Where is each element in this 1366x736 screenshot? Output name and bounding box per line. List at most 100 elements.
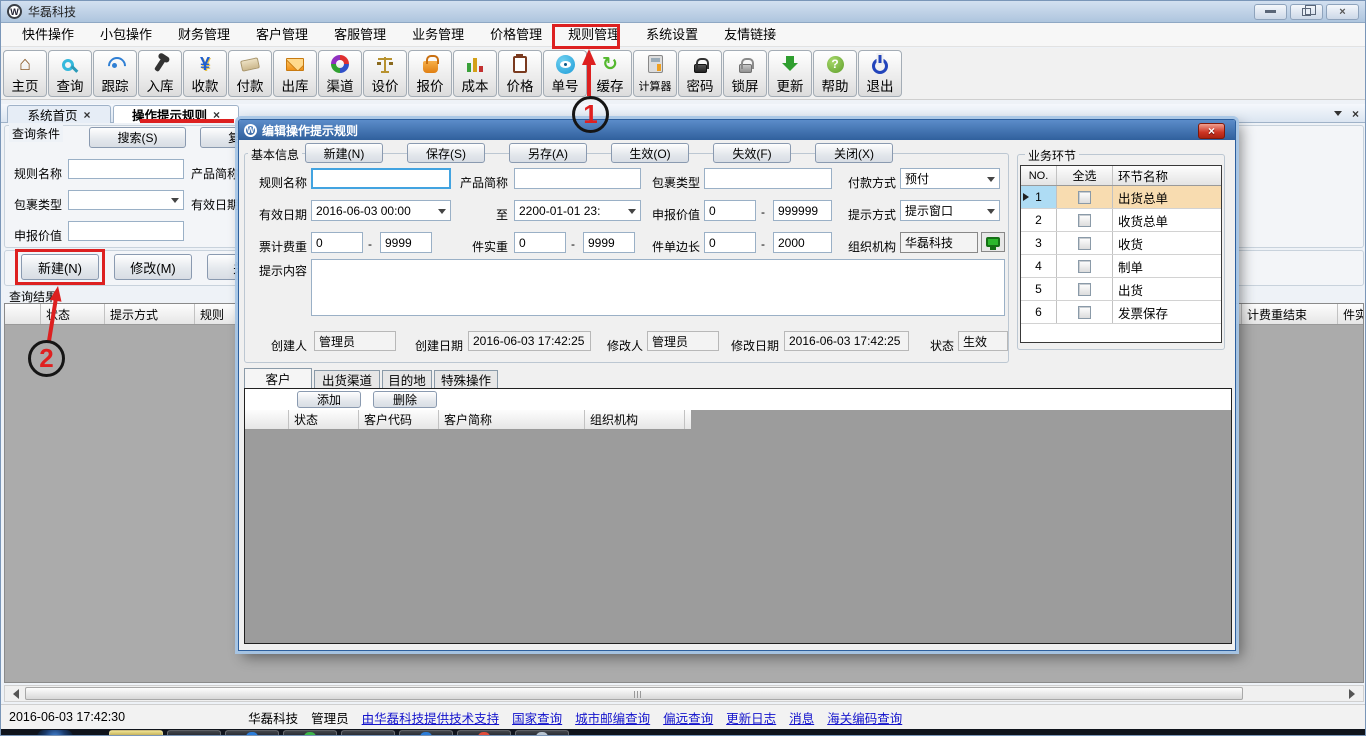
status-link-city-zip-query[interactable]: 城市邮编查询	[575, 708, 650, 727]
declared-value-input[interactable]	[68, 221, 184, 241]
steps-row[interactable]: 3 收货	[1021, 232, 1221, 255]
dlg-org-input[interactable]: 华磊科技	[900, 232, 978, 253]
status-link-remote-query[interactable]: 偏远查询	[663, 708, 713, 727]
subtab-outbound-channel[interactable]: 出货渠道	[314, 370, 380, 388]
toolbar-update-button[interactable]: 更新	[768, 50, 812, 97]
start-orb-icon[interactable]	[37, 730, 73, 736]
status-link-update-log[interactable]: 更新日志	[726, 708, 776, 727]
dlg-rule-name-input[interactable]	[311, 168, 451, 189]
modify-rule-button[interactable]: 修改(M)	[114, 254, 192, 280]
restore-button[interactable]	[1290, 4, 1323, 20]
taskbar-button[interactable]	[109, 730, 163, 736]
menu-item-links[interactable]: 友情链接	[711, 23, 789, 47]
tab-list-dropdown-icon[interactable]	[1334, 111, 1342, 120]
toolbar-outbound-button[interactable]: 出库	[273, 50, 317, 97]
toolbar-password-button[interactable]: 密码	[678, 50, 722, 97]
menu-item-customer[interactable]: 客户管理	[243, 23, 321, 47]
step-checkbox[interactable]	[1078, 283, 1091, 296]
subtab-customer[interactable]: 客户	[244, 368, 312, 388]
status-link-messages[interactable]: 消息	[789, 708, 814, 727]
dlg-package-type-select[interactable]	[704, 168, 832, 189]
taskbar-button[interactable]	[341, 730, 395, 736]
menu-item-pricing[interactable]: 价格管理	[477, 23, 555, 47]
toolbar-search-button[interactable]: 查询	[48, 50, 92, 97]
toolbar-setprice-button[interactable]: 设价	[363, 50, 407, 97]
toolbar-track-button[interactable]: 跟踪	[93, 50, 137, 97]
dialog-save-button[interactable]: 保存(S)	[407, 143, 485, 163]
toolbar-cost-button[interactable]: 成本	[453, 50, 497, 97]
dialog-save-as-button[interactable]: 另存(A)	[509, 143, 587, 163]
dlg-product-select[interactable]	[514, 168, 641, 189]
dlg-piece-weight-to-input[interactable]: 9999	[583, 232, 635, 253]
toolbar-channel-button[interactable]: 渠道	[318, 50, 362, 97]
remove-customer-button[interactable]: 删除	[373, 391, 437, 408]
rule-name-input[interactable]	[68, 159, 184, 179]
toolbar-help-button[interactable]: 帮助	[813, 50, 857, 97]
tab-close-icon[interactable]: ×	[213, 109, 220, 121]
dlg-piece-edge-to-input[interactable]: 2000	[773, 232, 832, 253]
menu-item-service[interactable]: 客服管理	[321, 23, 399, 47]
dlg-valid-date-end-select[interactable]: 2200-01-01 23:	[514, 200, 641, 221]
menu-item-express-ops[interactable]: 快件操作	[9, 23, 87, 47]
dialog-new-button[interactable]: 新建(N)	[305, 143, 383, 163]
taskbar-button[interactable]	[167, 730, 221, 736]
toolbar-price-button[interactable]: 价格	[498, 50, 542, 97]
dlg-piece-weight-from-input[interactable]: 0	[514, 232, 566, 253]
step-checkbox[interactable]	[1078, 306, 1091, 319]
menu-item-business[interactable]: 业务管理	[399, 23, 477, 47]
toolbar-collect-button[interactable]: ¥收款	[183, 50, 227, 97]
steps-row[interactable]: 6 发票保存	[1021, 301, 1221, 324]
menu-item-parcel-ops[interactable]: 小包操作	[87, 23, 165, 47]
dlg-declared-value-from-input[interactable]: 0	[704, 200, 756, 221]
step-checkbox[interactable]	[1078, 237, 1091, 250]
dialog-close-action-button[interactable]: 关闭(X)	[815, 143, 893, 163]
toolbar-lockscreen-button[interactable]: 锁屏	[723, 50, 767, 97]
scroll-right-button[interactable]	[1346, 686, 1363, 701]
toolbar-home-button[interactable]: ⌂主页	[3, 50, 47, 97]
dialog-disable-button[interactable]: 失效(F)	[713, 143, 791, 163]
status-link-customs-code-query[interactable]: 海关编码查询	[827, 708, 902, 727]
step-checkbox[interactable]	[1078, 260, 1091, 273]
tab-close-icon[interactable]: ×	[84, 109, 91, 121]
menu-item-rules[interactable]: 规则管理	[555, 23, 633, 47]
add-customer-button[interactable]: 添加	[297, 391, 361, 408]
steps-row[interactable]: 1 出货总单	[1021, 186, 1221, 209]
tabstrip-close-icon[interactable]: ×	[1352, 108, 1359, 120]
dialog-close-button[interactable]: ×	[1198, 123, 1225, 139]
toolbar-inbound-button[interactable]: 入库	[138, 50, 182, 97]
scroll-left-button[interactable]	[5, 686, 22, 701]
dlg-piece-edge-from-input[interactable]: 0	[704, 232, 756, 253]
status-link-country-query[interactable]: 国家查询	[512, 708, 562, 727]
dlg-declared-value-to-input[interactable]: 999999	[773, 200, 832, 221]
step-checkbox[interactable]	[1078, 214, 1091, 227]
package-type-select[interactable]	[68, 190, 184, 210]
dlg-pay-mode-select[interactable]: 预付	[900, 168, 1000, 189]
menu-item-system-settings[interactable]: 系统设置	[633, 23, 711, 47]
menu-item-finance[interactable]: 财务管理	[165, 23, 243, 47]
steps-row[interactable]: 4 制单	[1021, 255, 1221, 278]
subtab-destination[interactable]: 目的地	[382, 370, 432, 388]
step-checkbox[interactable]	[1078, 191, 1091, 204]
new-rule-button[interactable]: 新建(N)	[21, 254, 99, 280]
close-button[interactable]: ×	[1326, 4, 1359, 20]
steps-row[interactable]: 5 出货	[1021, 278, 1221, 301]
dlg-prompt-content-textarea[interactable]	[311, 259, 1005, 316]
toolbar-pay-button[interactable]: 付款	[228, 50, 272, 97]
status-link-tech-support[interactable]: 由华磊科技提供技术支持	[362, 708, 500, 727]
minimize-button[interactable]	[1254, 4, 1287, 20]
dlg-prompt-mode-select[interactable]: 提示窗口	[900, 200, 1000, 221]
search-button[interactable]: 搜索(S)	[89, 127, 186, 148]
steps-row[interactable]: 2 收货总单	[1021, 209, 1221, 232]
toolbar-cache-button[interactable]: ↻缓存	[588, 50, 632, 97]
scrollbar-thumb[interactable]	[25, 687, 1243, 700]
toolbar-quote-button[interactable]: 报价	[408, 50, 452, 97]
dlg-ticket-charge-weight-to-input[interactable]: 9999	[380, 232, 432, 253]
tab-operation-prompt-rules[interactable]: 操作提示规则 ×	[113, 105, 239, 123]
dlg-valid-date-select[interactable]: 2016-06-03 00:00	[311, 200, 451, 221]
subtab-special-ops[interactable]: 特殊操作	[434, 370, 498, 388]
dlg-ticket-charge-weight-from-input[interactable]: 0	[311, 232, 363, 253]
org-picker-button[interactable]	[981, 232, 1005, 252]
dialog-enable-button[interactable]: 生效(O)	[611, 143, 689, 163]
toolbar-exit-button[interactable]: 退出	[858, 50, 902, 97]
toolbar-trackingno-button[interactable]: 单号	[543, 50, 587, 97]
